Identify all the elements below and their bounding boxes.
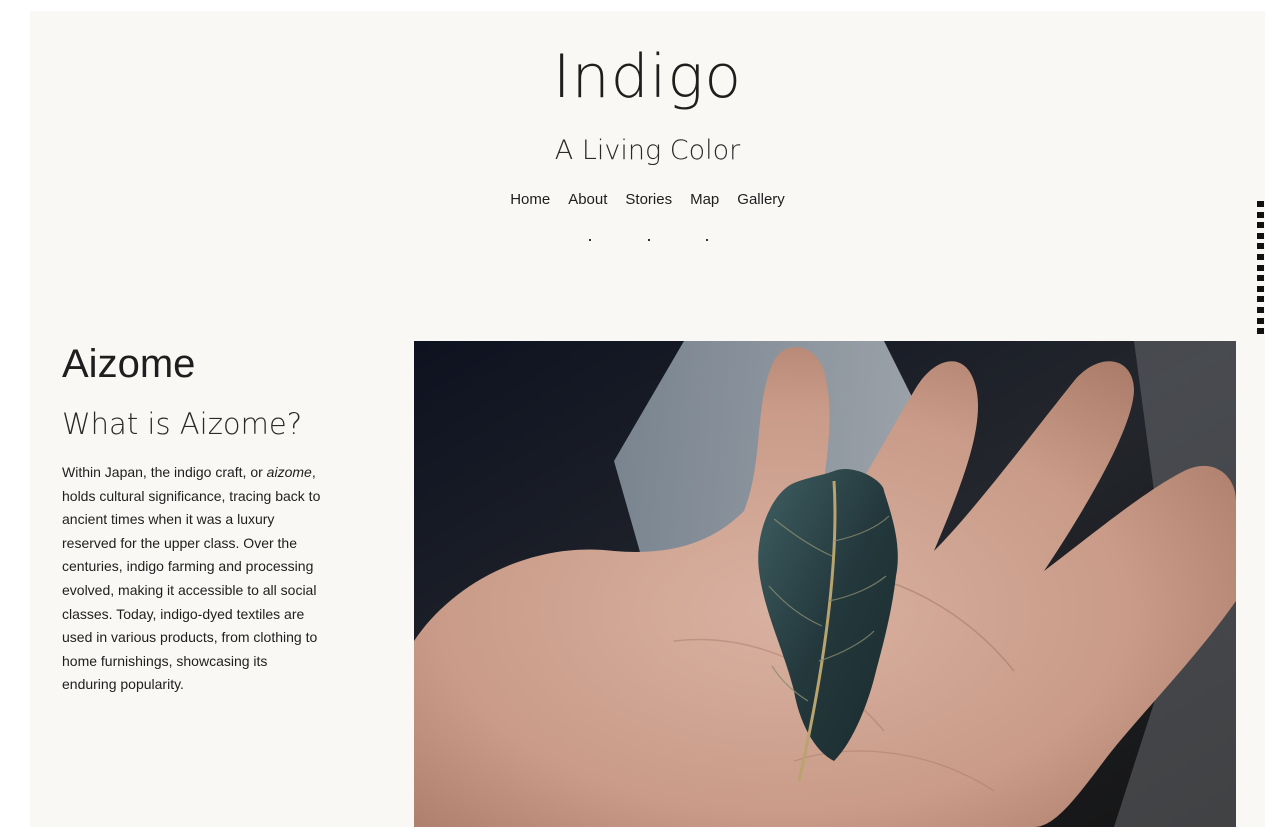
- scroll-tick: [1257, 317, 1264, 324]
- scroll-tick: [1257, 232, 1264, 239]
- section-title: Aizome: [62, 342, 196, 386]
- slide-indicator-dots: [30, 239, 1265, 245]
- page-canvas: Indigo A Living Color Home About Stories…: [30, 11, 1265, 827]
- section-body: Within Japan, the indigo craft, or aizom…: [62, 461, 324, 697]
- scroll-tick: [1257, 306, 1264, 313]
- scroll-indicator[interactable]: [1257, 201, 1265, 339]
- site-title: Indigo: [552, 42, 743, 112]
- nav-item-gallery[interactable]: Gallery: [737, 191, 785, 208]
- scroll-tick: [1257, 211, 1264, 218]
- nav-item-about[interactable]: About: [568, 191, 607, 208]
- main-nav: Home About Stories Map Gallery: [30, 191, 1265, 208]
- scroll-tick: [1257, 296, 1264, 303]
- scroll-tick: [1257, 222, 1264, 229]
- scroll-tick: [1257, 264, 1264, 271]
- nav-item-stories[interactable]: Stories: [625, 191, 672, 208]
- indigo-leaf-photo: [414, 341, 1236, 827]
- nav-item-home[interactable]: Home: [510, 191, 550, 208]
- site-subtitle: A Living Color: [554, 135, 741, 166]
- scroll-tick: [1257, 275, 1264, 282]
- indicator-dot[interactable]: [589, 239, 591, 241]
- body-text-start: Within Japan, the indigo craft, or: [62, 464, 267, 480]
- scroll-tick: [1257, 328, 1264, 335]
- scroll-tick: [1257, 243, 1264, 250]
- nav-item-map[interactable]: Map: [690, 191, 719, 208]
- section-subtitle: What is Aizome?: [62, 407, 303, 441]
- indicator-dot[interactable]: [706, 239, 708, 241]
- photo-illustration: [414, 341, 1236, 827]
- indicator-dot[interactable]: [648, 239, 650, 241]
- scroll-tick: [1257, 253, 1264, 260]
- body-text-end: , holds cultural significance, tracing b…: [62, 464, 321, 693]
- scroll-tick: [1257, 285, 1264, 292]
- scroll-tick: [1257, 201, 1264, 207]
- body-emphasis: aizome: [266, 464, 312, 480]
